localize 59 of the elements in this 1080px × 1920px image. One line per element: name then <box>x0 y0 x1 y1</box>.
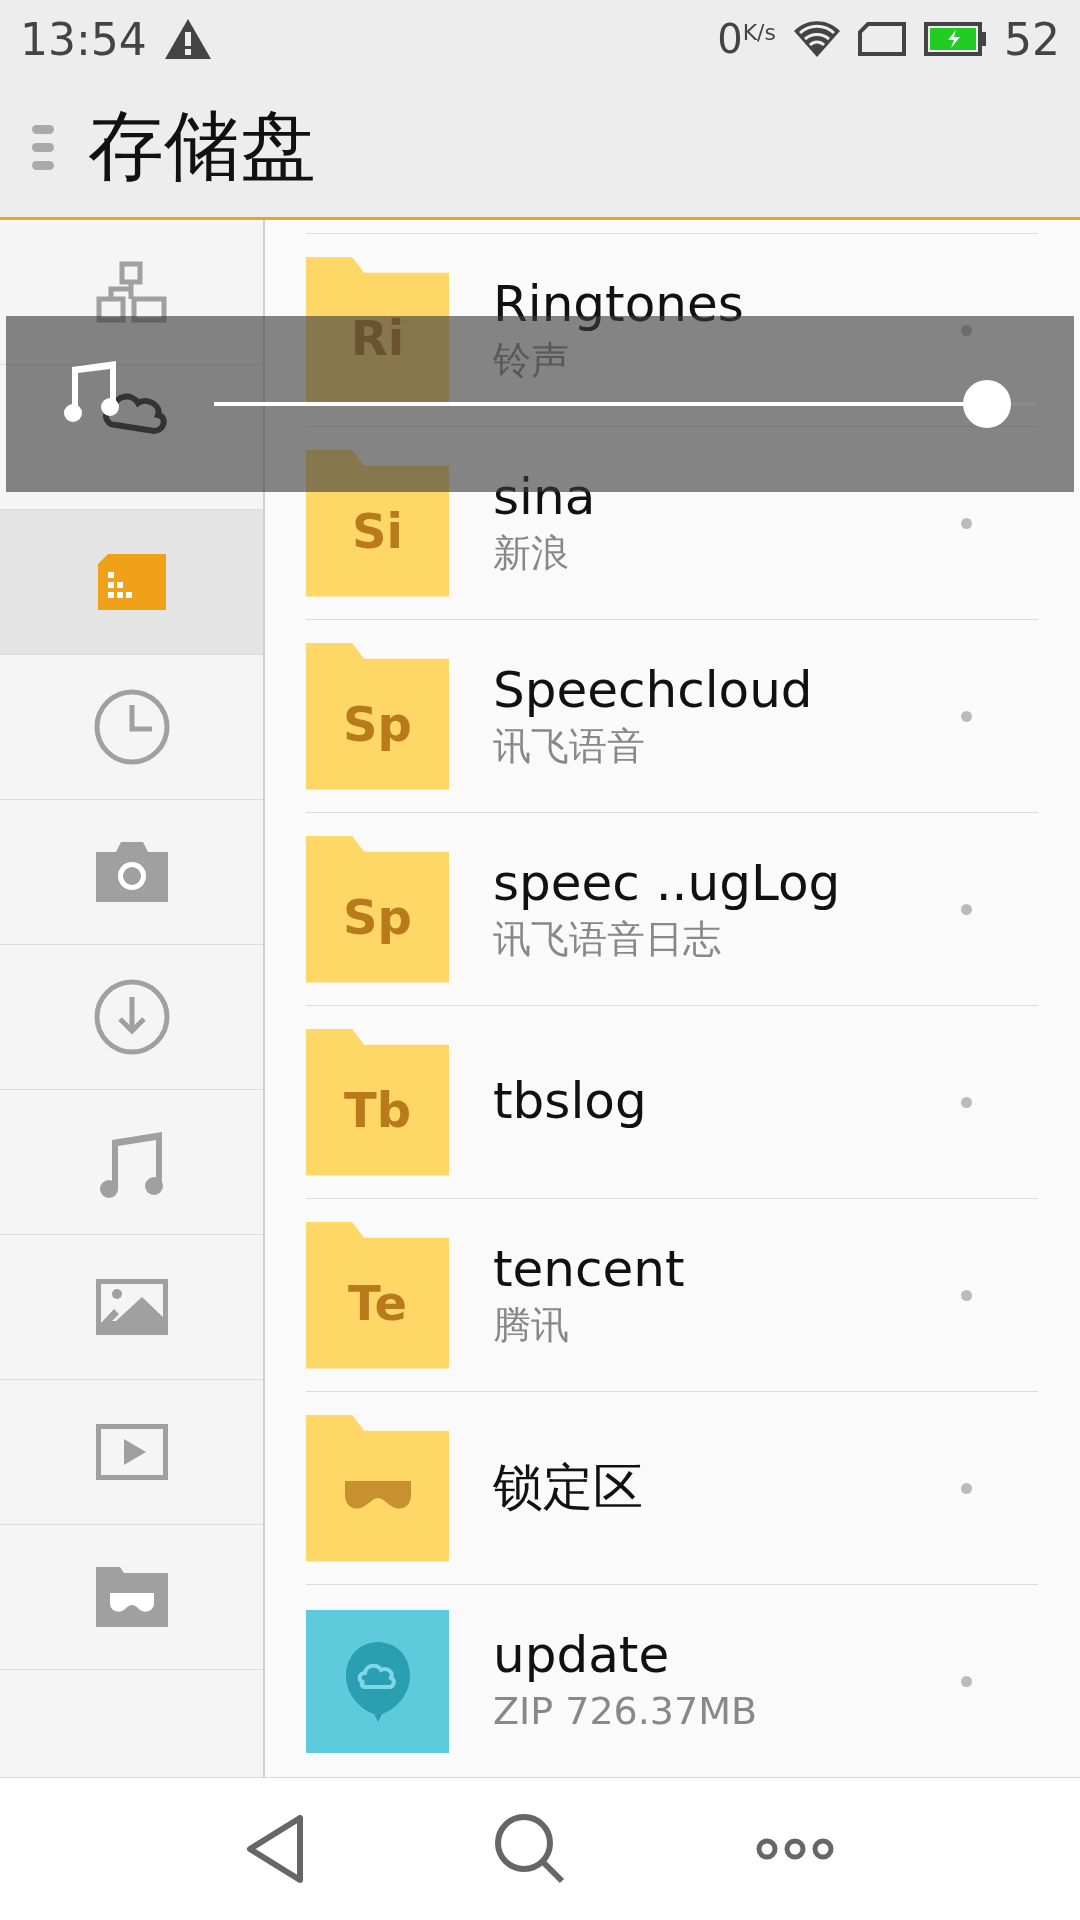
file-subtitle: 新浪 <box>493 530 569 577</box>
row-dot-icon[interactable] <box>961 517 972 529</box>
warning-icon <box>164 19 211 59</box>
file-name: tencent <box>493 1241 685 1299</box>
download-icon <box>93 979 170 1055</box>
folder-glasses-icon <box>95 1567 168 1627</box>
speed-unit: K/s <box>742 19 776 45</box>
battery-charging-icon <box>924 22 986 56</box>
row-dot-icon[interactable] <box>961 710 972 722</box>
folder-label: Tb <box>343 1082 412 1138</box>
video-icon <box>95 1424 168 1480</box>
wifi-icon <box>794 21 840 57</box>
menu-icon[interactable] <box>32 124 54 171</box>
file-name: speec ..ugLog <box>493 855 841 913</box>
file-row[interactable]: update ZIP 726.37MB <box>306 1584 1038 1777</box>
folder-label: Te <box>348 1275 407 1331</box>
sim-card-icon <box>858 22 906 56</box>
slider-thumb[interactable] <box>962 380 1011 428</box>
sd-card-icon <box>95 554 168 610</box>
back-icon[interactable] <box>244 1814 305 1884</box>
network-icon <box>95 261 168 323</box>
file-row[interactable]: 锁定区 <box>306 1391 1038 1584</box>
file-name: 锁定区 <box>493 1459 643 1517</box>
file-name: sina <box>493 469 596 527</box>
network-speed: 0 <box>717 16 743 62</box>
file-name: Ringtones <box>493 276 744 334</box>
status-time: 13:54 <box>20 13 147 65</box>
file-subtitle: 讯飞语音 <box>493 723 645 770</box>
file-subtitle: 讯飞语音日志 <box>493 916 721 963</box>
file-row[interactable]: Sp Speechcloud 讯飞语音 <box>306 619 1038 812</box>
row-dot-icon[interactable] <box>961 1482 972 1494</box>
file-name: Speechcloud <box>493 662 813 720</box>
clock-icon <box>93 689 170 765</box>
row-dot-icon[interactable] <box>961 1096 972 1108</box>
folder-label: Sp <box>343 889 412 945</box>
row-dot-icon[interactable] <box>961 324 972 336</box>
volume-slider[interactable] <box>214 380 1036 428</box>
row-dot-icon[interactable] <box>961 903 972 915</box>
search-icon[interactable] <box>494 1813 566 1885</box>
file-row[interactable]: Sp speec ..ugLog 讯飞语音日志 <box>306 812 1038 1005</box>
folder-label: Si <box>352 503 403 559</box>
page-title: 存储盘 <box>88 100 316 192</box>
zip-file-icon <box>306 1609 449 1753</box>
row-dot-icon[interactable] <box>961 1289 972 1301</box>
folder-label: Sp <box>343 696 412 752</box>
file-row[interactable]: Te tencent 腾讯 <box>306 1198 1038 1391</box>
file-row[interactable]: Tb tbslog <box>306 1005 1038 1198</box>
camera-icon <box>95 842 168 902</box>
image-icon <box>95 1279 168 1335</box>
sidebar-item[interactable] <box>0 510 263 655</box>
file-name: update <box>493 1627 670 1685</box>
file-subtitle: ZIP 726.37MB <box>493 1688 758 1735</box>
file-name: tbslog <box>493 1073 647 1131</box>
row-dot-icon[interactable] <box>961 1675 972 1687</box>
file-row[interactable]: Si sina 新浪 <box>306 426 1038 619</box>
folder-glasses-icon <box>306 1414 449 1562</box>
more-icon[interactable] <box>755 1837 836 1861</box>
battery-percent: 52 <box>1004 13 1060 65</box>
file-subtitle: 腾讯 <box>493 1302 569 1349</box>
